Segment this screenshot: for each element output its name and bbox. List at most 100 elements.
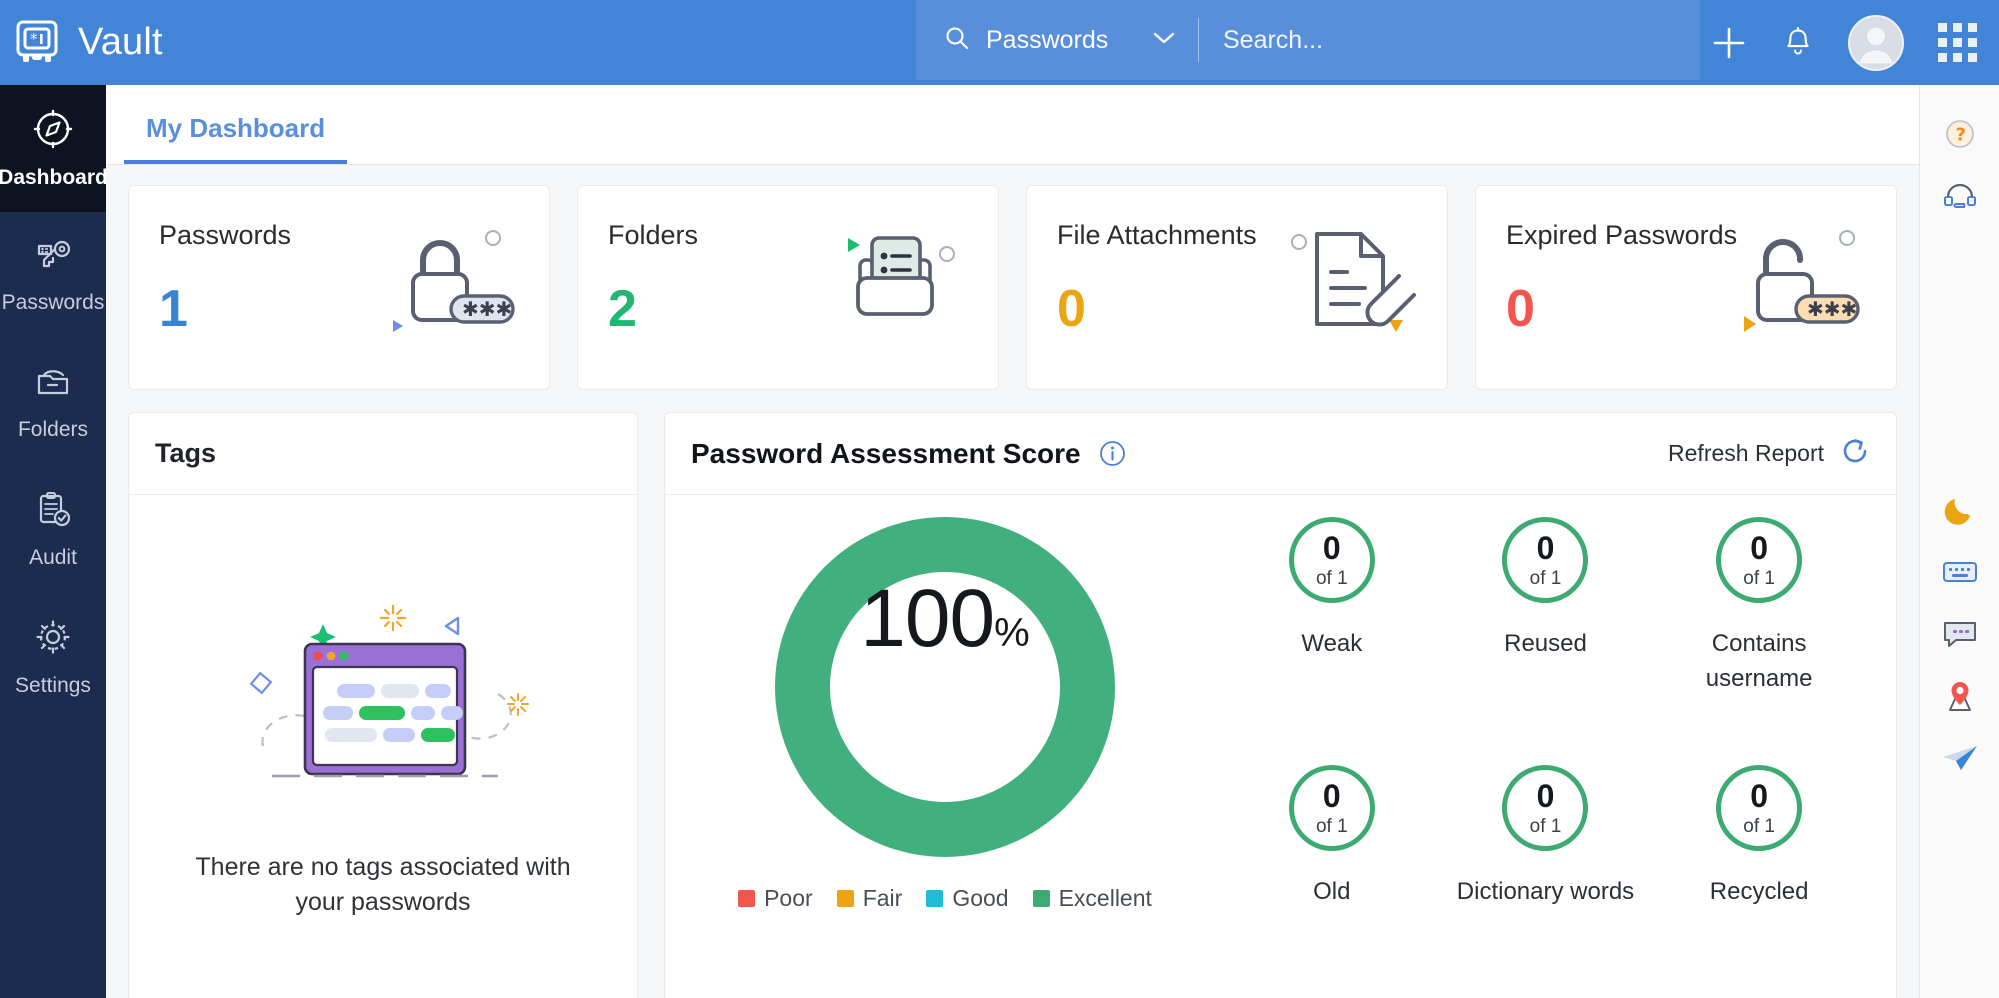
metric-recycled[interactable]: 0 of 1 Recycled	[1652, 765, 1866, 998]
metric-weak[interactable]: 0 of 1 Weak	[1225, 517, 1439, 765]
vault-logo-icon: *	[14, 19, 60, 67]
tags-panel-body: There are no tags associated with your p…	[129, 495, 637, 998]
search-bar: Passwords	[916, 0, 1700, 80]
gear-icon	[31, 615, 75, 664]
metric-old[interactable]: 0 of 1 Old	[1225, 765, 1439, 998]
stat-cards: Passwords 1 ✱✱✱ Folders 2 File Attachmen…	[106, 165, 1919, 390]
sidebar-item-dashboard[interactable]: Dashboard	[0, 85, 108, 212]
sidebar-item-passwords[interactable]: Passwords	[0, 212, 106, 339]
metric-label: Recycled	[1709, 878, 1809, 905]
legend-label: Fair	[862, 885, 903, 911]
svg-text:✱✱✱: ✱✱✱	[462, 297, 512, 321]
stat-card-expired-passwords[interactable]: Expired Passwords 0 ✱✱✱	[1475, 185, 1897, 390]
score-donut-column: 100 % Poor Fair Good Excellent	[665, 517, 1225, 998]
legend-label: Excellent	[1058, 885, 1152, 911]
sidebar-item-folders[interactable]: Folders	[0, 339, 106, 466]
svg-text:*: *	[30, 30, 38, 48]
sidebar: Dashboard Passwords Folders Audit Settin…	[0, 85, 108, 998]
search-scope-dropdown[interactable]: Passwords	[916, 0, 1198, 80]
metric-ring: 0 of 1	[1502, 517, 1589, 603]
location-pin-icon[interactable]	[1920, 665, 1999, 727]
plus-icon[interactable]	[1710, 24, 1748, 62]
score-donut-center: 100 %	[830, 572, 1060, 802]
headset-support-icon[interactable]	[1920, 165, 1999, 227]
metric-label: Weak	[1301, 630, 1363, 657]
metric-total: of 1	[1743, 568, 1775, 589]
metric-ring: 0 of 1	[1288, 517, 1375, 603]
main-content: My Dashboard Passwords 1 ✱✱✱ Folders 2 F…	[106, 85, 1919, 998]
chat-feedback-icon[interactable]	[1920, 603, 1999, 665]
legend-swatch	[926, 890, 944, 907]
legend-label: Poor	[764, 885, 813, 911]
sidebar-item-label: Dashboard	[0, 166, 108, 189]
score-value: 100	[860, 573, 995, 664]
score-legend: Poor Fair Good Excellent	[738, 885, 1152, 912]
brand[interactable]: * Vault	[0, 19, 900, 67]
metric-ring: 0 of 1	[1716, 765, 1803, 851]
refresh-report-button[interactable]: Refresh Report	[1668, 436, 1870, 472]
top-header: * Vault Passwords	[0, 0, 1999, 85]
folder-icon	[31, 363, 75, 408]
tags-empty-illustration	[218, 596, 548, 816]
legend-swatch	[738, 890, 756, 907]
tags-panel-header: Tags	[129, 413, 637, 495]
chevron-down-icon	[1152, 31, 1176, 50]
password-assessment-score-panel: Password Assessment Score Refresh Report	[664, 412, 1897, 998]
score-donut-chart: 100 %	[775, 517, 1115, 857]
metric-count: 0	[1536, 530, 1555, 566]
dashboard-panels: Tags There are no tags associated with y…	[106, 390, 1919, 998]
grid-apps-icon[interactable]	[1938, 23, 1977, 62]
key-icon	[31, 236, 75, 281]
metric-total: of 1	[1743, 816, 1775, 837]
search-scope-label: Passwords	[986, 25, 1109, 54]
tab-my-dashboard[interactable]: My Dashboard	[124, 113, 348, 164]
user-avatar-icon[interactable]	[1848, 14, 1904, 71]
legend-swatch	[1032, 890, 1050, 907]
metric-total: of 1	[1529, 816, 1562, 837]
paper-plane-send-icon[interactable]	[1920, 727, 1999, 789]
score-panel-title: Password Assessment Score	[691, 437, 1081, 469]
score-unit: %	[994, 611, 1030, 655]
metric-label: Contains username	[1705, 630, 1813, 692]
metric-total: of 1	[1529, 568, 1562, 589]
bell-icon[interactable]	[1782, 26, 1814, 60]
compass-icon	[31, 107, 75, 156]
score-panel-body: 100 % Poor Fair Good Excellent 0 of 1 We…	[665, 495, 1896, 998]
stat-card-passwords[interactable]: Passwords 1 ✱✱✱	[128, 185, 550, 390]
score-metrics-grid: 0 of 1 Weak 0 of 1 Reused 0 of 1 Contain…	[1225, 517, 1896, 998]
score-panel-header: Password Assessment Score Refresh Report	[665, 413, 1896, 495]
app-title: Vault	[78, 21, 163, 63]
moon-dark-mode-icon[interactable]	[1920, 479, 1999, 541]
svg-text:✱✱✱: ✱✱✱	[1807, 297, 1857, 321]
metric-contains-username[interactable]: 0 of 1 Contains username	[1652, 517, 1866, 765]
stat-card-folders[interactable]: Folders 2	[577, 185, 999, 390]
app-root: * Vault Passwords Search... Dashboard Pa…	[0, 0, 1999, 998]
search-input[interactable]	[1199, 0, 1700, 80]
folder-list-icon	[824, 216, 974, 346]
tab-bar: My Dashboard	[106, 85, 1919, 165]
tags-empty-text: There are no tags associated with your p…	[195, 852, 571, 917]
help-question-icon[interactable]: ?	[1920, 103, 1999, 165]
metric-reused[interactable]: 0 of 1 Reused	[1439, 517, 1653, 765]
sidebar-item-audit[interactable]: Audit	[0, 466, 106, 593]
open-padlock-asterisks-icon: ✱✱✱	[1722, 216, 1872, 346]
keyboard-icon[interactable]	[1920, 541, 1999, 603]
legend-item-poor: Poor	[738, 885, 813, 912]
metric-label: Old	[1313, 878, 1351, 905]
clipboard-check-icon	[31, 489, 75, 536]
padlock-asterisks-icon: ✱✱✱	[375, 216, 525, 346]
legend-item-excellent: Excellent	[1032, 885, 1152, 912]
stat-card-file-attachments[interactable]: File Attachments 0	[1026, 185, 1448, 390]
legend-item-fair: Fair	[836, 885, 903, 912]
metric-dictionary-words[interactable]: 0 of 1 Dictionary words	[1439, 765, 1653, 998]
sidebar-item-settings[interactable]: Settings	[0, 593, 106, 720]
sidebar-item-label: Passwords	[1, 291, 105, 314]
document-paperclip-icon	[1273, 216, 1423, 346]
refresh-circle-icon	[1840, 436, 1870, 472]
header-actions	[1710, 0, 1999, 85]
info-icon[interactable]	[1099, 440, 1126, 467]
metric-total: of 1	[1315, 568, 1348, 589]
sidebar-item-label: Settings	[15, 674, 91, 697]
metric-count: 0	[1750, 530, 1769, 566]
legend-item-good: Good	[926, 885, 1009, 912]
